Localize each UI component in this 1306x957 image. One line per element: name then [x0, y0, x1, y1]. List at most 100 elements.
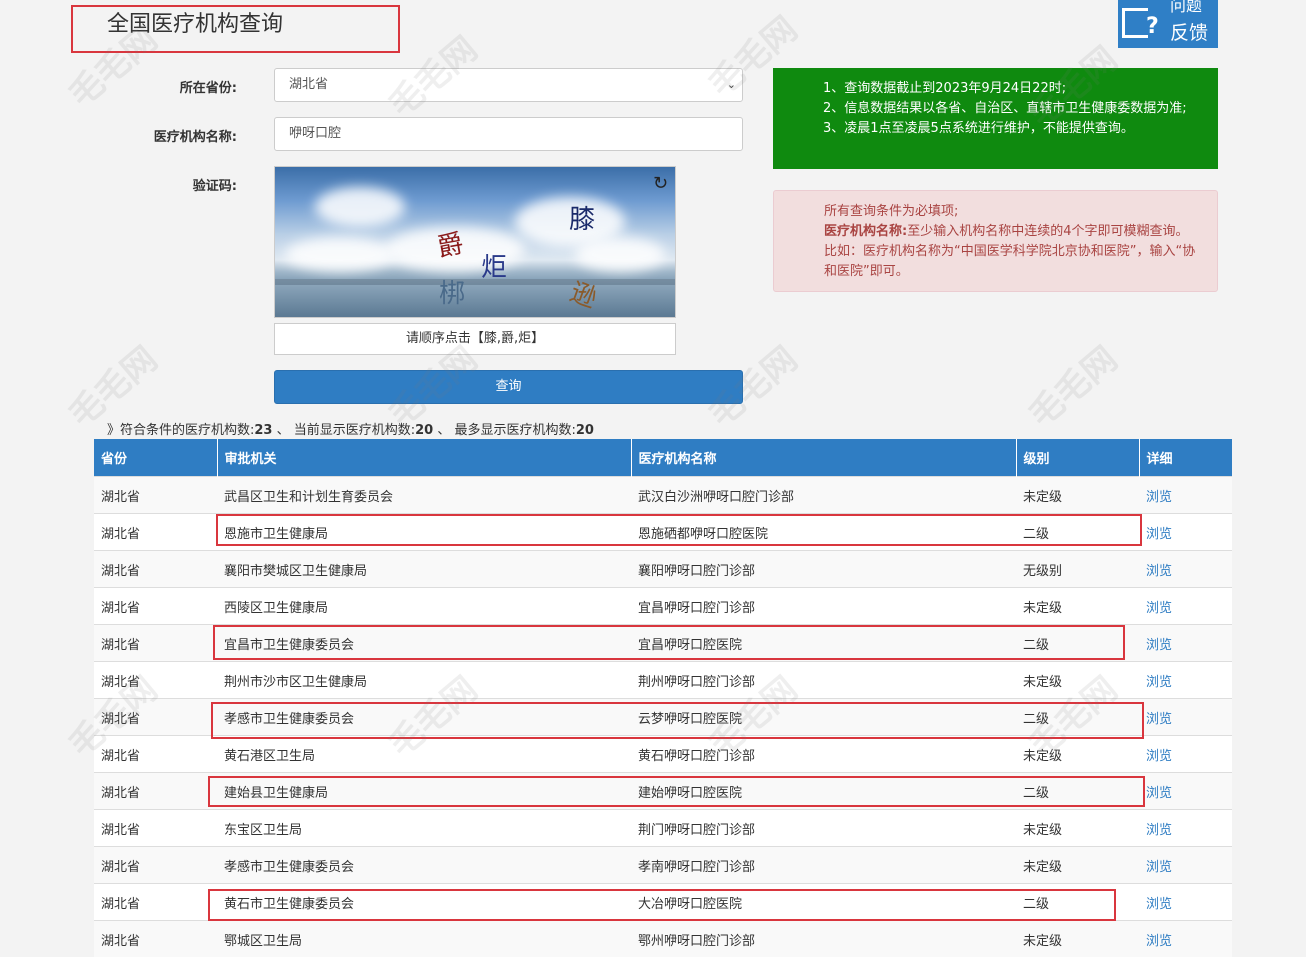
notice-line: 3、凌晨1点至凌晨5点系统进行维护，不能提供查询。: [823, 119, 1198, 139]
notice-line: 2、信息数据结果以各省、自治区、直辖市卫生健康委数据为准;: [823, 99, 1198, 119]
captcha-image[interactable]: 膝 爵 炬 梆 逊 ↻: [274, 166, 676, 318]
cell-institution: 荆州咿呀口腔门诊部: [631, 662, 1016, 699]
cell-province: 湖北省: [94, 625, 217, 662]
col-header-detail: 详细: [1139, 439, 1232, 477]
query-button[interactable]: 查询: [274, 370, 743, 404]
results-table: 省份 审批机关 医疗机构名称 级别 详细 湖北省武昌区卫生和计划生育委员会武汉白…: [94, 439, 1232, 957]
feedback-label: 反馈: [1170, 18, 1208, 45]
table-row: 湖北省西陵区卫生健康局宜昌咿呀口腔门诊部未定级浏览: [94, 588, 1232, 625]
cell-level: 二级: [1016, 699, 1139, 736]
table-header-row: 省份 审批机关 医疗机构名称 级别 详细: [94, 439, 1232, 477]
cell-authority: 鄂城区卫生局: [217, 921, 631, 957]
captcha-char[interactable]: 梆: [439, 273, 465, 310]
cell-authority: 黄石市卫生健康委员会: [217, 884, 631, 921]
notice-requirements: 所有查询条件为必填项; 医疗机构名称:至少输入机构名称中连续的4个字即可模糊查询…: [773, 190, 1218, 292]
table-row: 湖北省恩施市卫生健康局恩施硒都咿呀口腔医院二级浏览: [94, 514, 1232, 551]
notice-info: 1、查询数据截止到2023年9月24日22时; 2、信息数据结果以各省、自治区、…: [773, 68, 1218, 169]
cell-detail: 浏览: [1139, 662, 1232, 699]
cell-institution: 荆门咿呀口腔门诊部: [631, 810, 1016, 847]
table-row: 湖北省黄石港区卫生局黄石咿呀口腔门诊部未定级浏览: [94, 736, 1232, 773]
cell-institution: 孝南咿呀口腔门诊部: [631, 847, 1016, 884]
cell-detail: 浏览: [1139, 884, 1232, 921]
cell-institution: 黄石咿呀口腔门诊部: [631, 736, 1016, 773]
result-summary: 》符合条件的医疗机构数:23 、 当前显示医疗机构数:20 、 最多显示医疗机构…: [107, 419, 594, 438]
detail-link[interactable]: 浏览: [1146, 601, 1172, 616]
cell-detail: 浏览: [1139, 921, 1232, 957]
detail-link[interactable]: 浏览: [1146, 712, 1172, 727]
table-row: 湖北省荆州市沙市区卫生健康局荆州咿呀口腔门诊部未定级浏览: [94, 662, 1232, 699]
chevron-down-icon: ⌄: [727, 69, 736, 101]
cell-level: 未定级: [1016, 477, 1139, 514]
cell-level: 无级别: [1016, 551, 1139, 588]
cell-detail: 浏览: [1139, 773, 1232, 810]
cell-detail: 浏览: [1139, 588, 1232, 625]
feedback-icon: [1122, 8, 1148, 38]
cell-province: 湖北省: [94, 662, 217, 699]
cell-province: 湖北省: [94, 773, 217, 810]
cell-detail: 浏览: [1139, 514, 1232, 551]
notice-name-rule: 医疗机构名称:至少输入机构名称中连续的4个字即可模糊查询。比如：医疗机构名称为“…: [824, 222, 1197, 282]
cell-province: 湖北省: [94, 588, 217, 625]
cell-authority: 建始县卫生健康局: [217, 773, 631, 810]
col-header-authority: 审批机关: [217, 439, 631, 477]
detail-link[interactable]: 浏览: [1146, 675, 1172, 690]
cell-institution: 云梦咿呀口腔医院: [631, 699, 1016, 736]
col-header-level: 级别: [1016, 439, 1139, 477]
institution-name-value: 咿呀口腔: [289, 126, 341, 141]
detail-link[interactable]: 浏览: [1146, 749, 1172, 764]
detail-link[interactable]: 浏览: [1146, 564, 1172, 579]
cell-institution: 宜昌咿呀口腔医院: [631, 625, 1016, 662]
table-row: 湖北省孝感市卫生健康委员会孝南咿呀口腔门诊部未定级浏览: [94, 847, 1232, 884]
summary-total: 23: [254, 423, 272, 438]
cell-detail: 浏览: [1139, 477, 1232, 514]
cell-authority: 西陵区卫生健康局: [217, 588, 631, 625]
summary-shown: 20: [415, 423, 433, 438]
notice-required-line: 所有查询条件为必填项;: [824, 202, 1197, 222]
detail-link[interactable]: 浏览: [1146, 638, 1172, 653]
cell-authority: 恩施市卫生健康局: [217, 514, 631, 551]
province-label: 所在省份:: [107, 77, 237, 96]
cell-institution: 鄂州咿呀口腔门诊部: [631, 921, 1016, 957]
table-row: 湖北省建始县卫生健康局建始咿呀口腔医院二级浏览: [94, 773, 1232, 810]
feedback-button[interactable]: ? 问题 反馈: [1118, 0, 1218, 48]
cell-province: 湖北省: [94, 921, 217, 957]
cell-level: 二级: [1016, 514, 1139, 551]
refresh-icon[interactable]: ↻: [653, 175, 671, 193]
feedback-top-text: 问题: [1170, 0, 1202, 16]
cell-authority: 荆州市沙市区卫生健康局: [217, 662, 631, 699]
col-header-institution: 医疗机构名称: [631, 439, 1016, 477]
cell-province: 湖北省: [94, 551, 217, 588]
cell-institution: 武汉白沙洲咿呀口腔门诊部: [631, 477, 1016, 514]
cell-authority: 黄石港区卫生局: [217, 736, 631, 773]
detail-link[interactable]: 浏览: [1146, 490, 1172, 505]
cell-province: 湖北省: [94, 514, 217, 551]
detail-link[interactable]: 浏览: [1146, 823, 1172, 838]
province-select[interactable]: 湖北省 ⌄: [274, 68, 743, 102]
cell-province: 湖北省: [94, 810, 217, 847]
detail-link[interactable]: 浏览: [1146, 897, 1172, 912]
watermark: 毛毛网: [1016, 333, 1126, 436]
table-row: 湖北省孝感市卫生健康委员会云梦咿呀口腔医院二级浏览: [94, 699, 1232, 736]
question-icon: ?: [1146, 14, 1159, 39]
cell-province: 湖北省: [94, 847, 217, 884]
captcha-hint: 请顺序点击【膝,爵,炬】: [274, 323, 676, 355]
institution-name-input[interactable]: 咿呀口腔: [274, 117, 743, 151]
captcha-char[interactable]: 膝: [569, 199, 595, 236]
detail-link[interactable]: 浏览: [1146, 527, 1172, 542]
cell-authority: 孝感市卫生健康委员会: [217, 699, 631, 736]
detail-link[interactable]: 浏览: [1146, 786, 1172, 801]
cell-detail: 浏览: [1139, 699, 1232, 736]
detail-link[interactable]: 浏览: [1146, 934, 1172, 949]
notice-line: 1、查询数据截止到2023年9月24日22时;: [823, 79, 1198, 99]
captcha-char[interactable]: 炬: [481, 247, 507, 284]
cell-authority: 襄阳市樊城区卫生健康局: [217, 551, 631, 588]
name-label: 医疗机构名称:: [107, 126, 237, 145]
captcha-label: 验证码:: [107, 175, 237, 194]
cell-detail: 浏览: [1139, 810, 1232, 847]
cell-detail: 浏览: [1139, 551, 1232, 588]
cell-institution: 宜昌咿呀口腔门诊部: [631, 588, 1016, 625]
cell-detail: 浏览: [1139, 736, 1232, 773]
cell-level: 未定级: [1016, 662, 1139, 699]
cell-province: 湖北省: [94, 884, 217, 921]
detail-link[interactable]: 浏览: [1146, 860, 1172, 875]
